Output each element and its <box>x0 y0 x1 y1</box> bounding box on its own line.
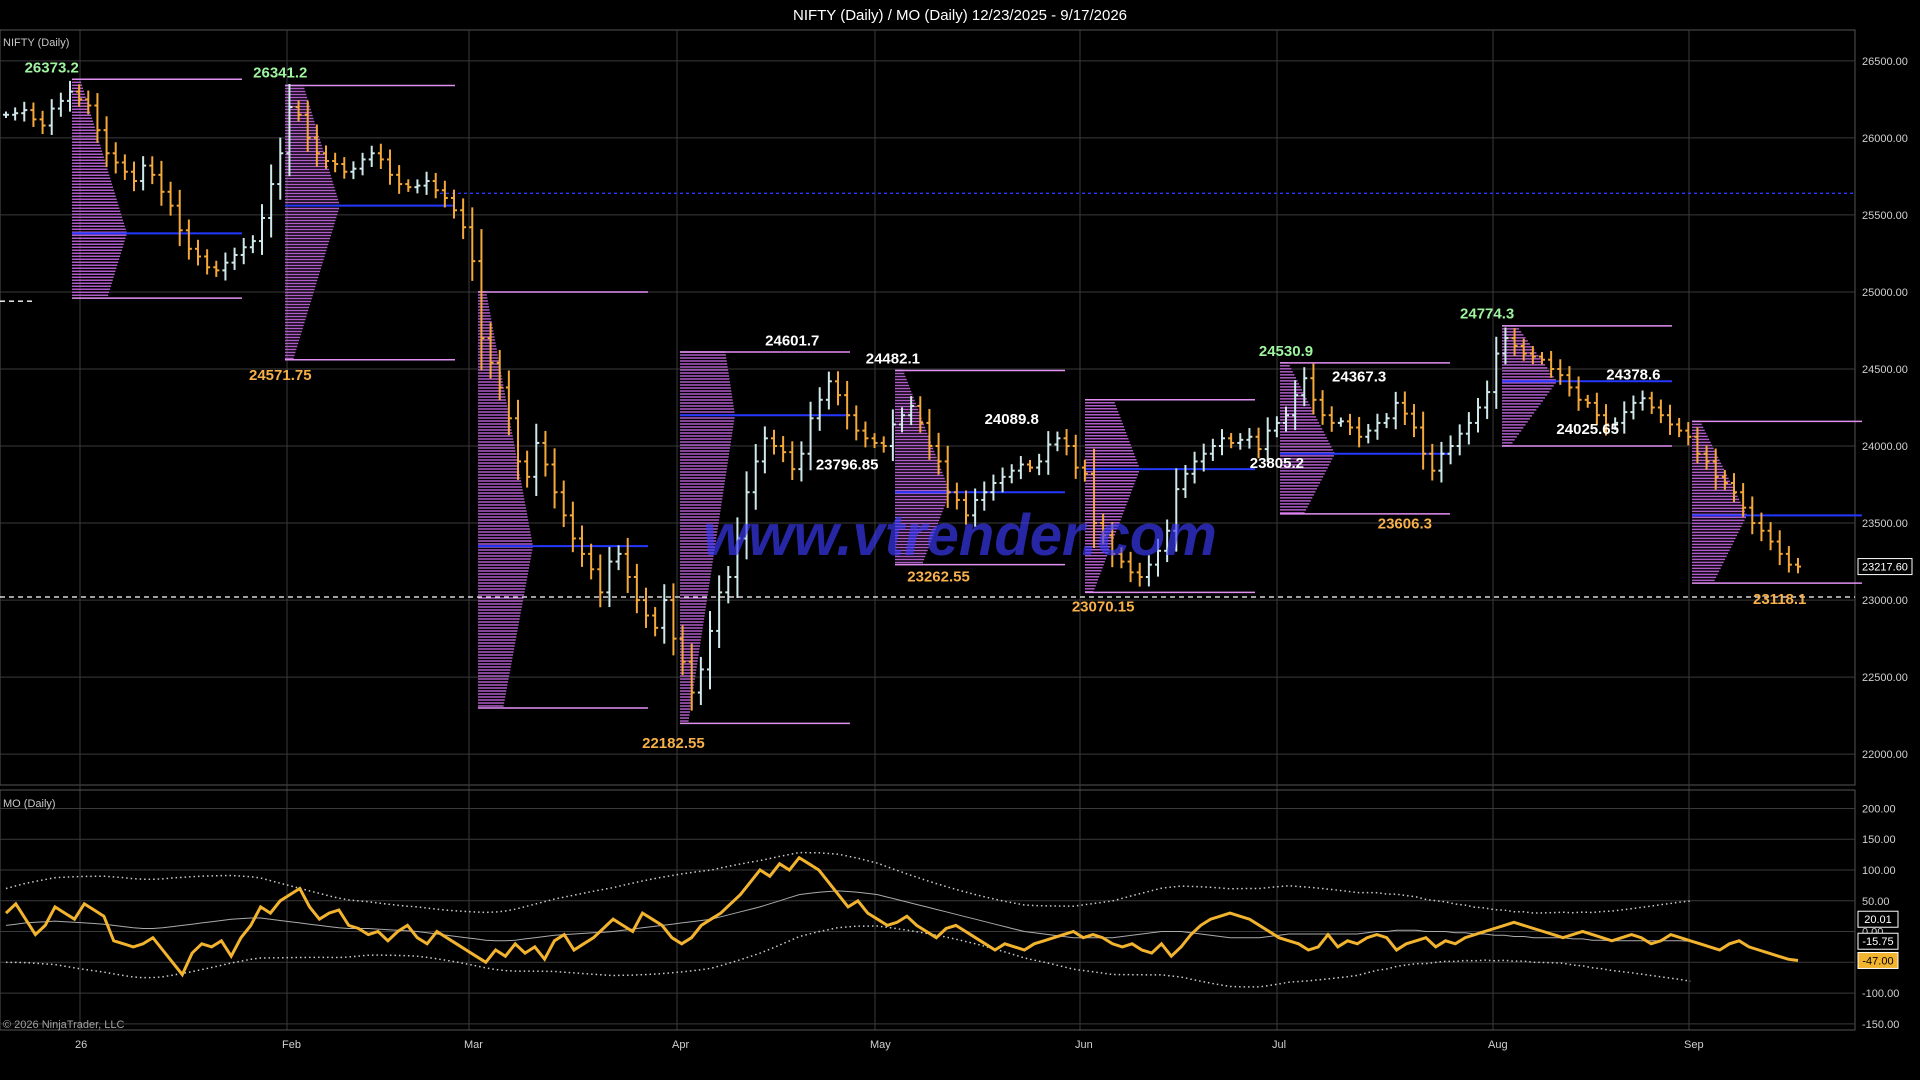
osc-value-badge: -15.75 <box>1862 936 1893 948</box>
price-annotation: 23805.2 <box>1250 455 1304 472</box>
osc-tick-label: 100.00 <box>1862 865 1896 877</box>
price-annotation: 26373.2 <box>25 59 79 76</box>
price-annotation: 24774.3 <box>1460 306 1514 323</box>
x-tick-label: Mar <box>464 1039 483 1051</box>
price-tick-label: 24000.00 <box>1862 441 1908 453</box>
x-tick-label: Jul <box>1272 1039 1286 1051</box>
watermark: www.vtrender.com <box>703 503 1217 568</box>
price-annotation: 24089.8 <box>985 411 1039 428</box>
price-tick-label: 24500.00 <box>1862 364 1908 376</box>
price-annotation: 24367.3 <box>1332 368 1386 385</box>
price-annotation: 22182.55 <box>642 735 705 752</box>
x-tick-label: 26 <box>75 1039 87 1051</box>
price-tick-label: 26000.00 <box>1862 133 1908 145</box>
price-annotation: 26341.2 <box>253 64 307 81</box>
x-tick-label: Jun <box>1075 1039 1093 1051</box>
price-annotation: 24601.7 <box>765 332 819 349</box>
osc-value-badge: -47.00 <box>1862 955 1893 967</box>
price-annotation: 24025.65 <box>1556 421 1619 438</box>
price-annotation: 24530.9 <box>1259 343 1313 360</box>
price-annotation: 24571.75 <box>249 367 312 384</box>
price-tick-label: 22000.00 <box>1862 749 1908 761</box>
price-tick-label: 26500.00 <box>1862 56 1908 68</box>
copyright: © 2026 NinjaTrader, LLC <box>3 1019 124 1031</box>
price-tick-label: 22500.00 <box>1862 672 1908 684</box>
osc-value-badge: 20.01 <box>1864 914 1892 926</box>
price-annotation: 23796.85 <box>816 456 879 473</box>
osc-tick-label: 150.00 <box>1862 834 1896 846</box>
price-annotation: 24482.1 <box>866 351 920 368</box>
price-annotation: 23606.3 <box>1378 516 1432 533</box>
price-tick-label: 23500.00 <box>1862 518 1908 530</box>
osc-tick-label: -150.00 <box>1862 1019 1899 1031</box>
price-tick-label: 25000.00 <box>1862 287 1908 299</box>
window-title: NIFTY (Daily) / MO (Daily) 12/23/2025 - … <box>793 7 1127 24</box>
x-tick-label: Sep <box>1684 1039 1704 1051</box>
price-tick-label: 25500.00 <box>1862 210 1908 222</box>
osc-tick-label: -100.00 <box>1862 988 1899 1000</box>
x-tick-label: Aug <box>1488 1039 1508 1051</box>
price-tick-label: 23000.00 <box>1862 595 1908 607</box>
price-annotation: 23262.55 <box>907 569 970 586</box>
osc-tick-label: 50.00 <box>1862 896 1890 908</box>
price-annotation: 23070.15 <box>1072 598 1135 615</box>
x-tick-label: May <box>870 1039 891 1051</box>
chart-canvas: NIFTY (Daily) / MO (Daily) 12/23/2025 - … <box>0 0 1920 1080</box>
osc-panel-title: MO (Daily) <box>3 798 56 810</box>
price-panel-title: NIFTY (Daily) <box>3 37 69 49</box>
price-annotation: 24378.6 <box>1606 367 1660 384</box>
x-tick-label: Feb <box>282 1039 301 1051</box>
osc-tick-label: 200.00 <box>1862 803 1896 815</box>
x-tick-label: Apr <box>672 1039 689 1051</box>
last-price-badge: 23217.60 <box>1862 562 1908 574</box>
price-annotation: 23118.1 <box>1753 591 1806 608</box>
